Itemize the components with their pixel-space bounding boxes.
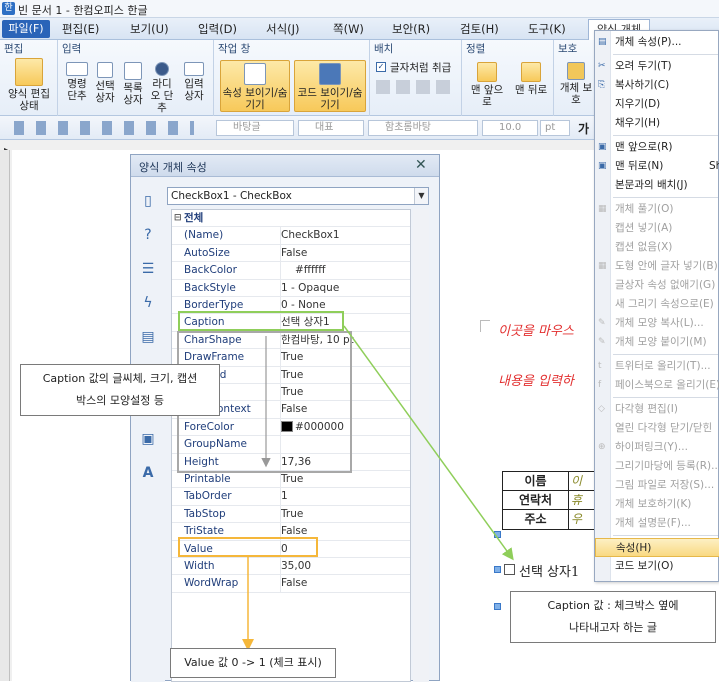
menu-item-label: 다각형 편집(I): [615, 403, 678, 415]
context-menu-item[interactable]: ▤ 개체 속성(P)...: [595, 33, 719, 52]
menu-item-icon: ✂: [598, 61, 606, 71]
menu-item-label: 개체 보호하기(K): [615, 498, 692, 510]
context-menu-item[interactable]: ▣ 맨 앞으로(R): [595, 138, 719, 157]
context-menu-item: ▦ 도형 안에 글자 넣기(B): [595, 257, 719, 276]
menu-item-icon: ▤: [598, 37, 607, 47]
menu-separator: [613, 197, 718, 198]
context-menu-item: 개체 보호하기(K): [595, 495, 719, 514]
menu-item-label: 개체 설명문(F)...: [615, 517, 691, 529]
context-menu-item: 캡션 넣기(A): [595, 219, 719, 238]
context-menu-item: ⊕ 하이퍼링크(Y)...: [595, 438, 719, 457]
context-menu-item[interactable]: 코드 보기(O): [595, 557, 719, 576]
menu-separator: [613, 397, 718, 398]
context-menu: ▤ 개체 속성(P)... ✂ 오려 두기(T) ⎘ 복사하기(C) 지우기(D) 채우기(H…: [594, 30, 719, 582]
menu-item-label: 복사하기(C): [615, 79, 670, 91]
context-menu-item: 캡션 없음(X): [595, 238, 719, 257]
context-menu-item[interactable]: 본문과의 배치(J): [595, 176, 719, 195]
menu-item-icon: ▣: [598, 142, 607, 152]
context-menu-item: 그림 파일로 저장(S)...: [595, 476, 719, 495]
caption-value-line1: Caption 값 : 체크박스 옆에: [547, 599, 679, 612]
caption-value-callout: Caption 값 : 체크박스 옆에 나타내고자 하는 글: [510, 591, 716, 643]
value-note-callout: Value 값 0 -> 1 (체크 표시): [170, 648, 336, 678]
context-menu-item: 그리기마당에 등록(R)...: [595, 457, 719, 476]
context-menu-item[interactable]: ✂ 오려 두기(T): [595, 57, 719, 76]
menu-item-label: 페이스북으로 올리기(E): [615, 379, 719, 391]
menu-item-label: 캡션 없음(X): [615, 241, 673, 253]
menu-item-icon: ⎘: [598, 80, 606, 90]
context-menu-item: f 페이스북으로 올리기(E): [595, 376, 719, 395]
menu-item-label: 그림 파일로 저장(S)...: [615, 479, 715, 491]
menu-item-label: 오려 두기(T): [615, 60, 672, 72]
menu-item-label: 그리기마당에 등록(R)...: [615, 460, 719, 472]
menu-item-label: 캡션 넣기(A): [615, 222, 673, 234]
menu-item-label: 개체 속성(P)...: [615, 36, 682, 48]
menu-item-icon: ✎: [598, 337, 606, 347]
menu-item-label: 지우기(D): [615, 98, 661, 110]
context-menu-item: 새 그리기 속성으로(E): [595, 295, 719, 314]
menu-item-label: 열린 다각형 닫기/닫힌: [615, 422, 713, 434]
menu-item-label: 개체 모양 붙이기(M): [615, 336, 707, 348]
context-menu-item[interactable]: ⎘ 복사하기(C): [595, 76, 719, 95]
menu-item-label: 하이퍼링크(Y)...: [615, 441, 688, 453]
menu-item-label: 맨 뒤로(N): [615, 160, 664, 172]
context-menu-item[interactable]: ▣ 맨 뒤로(N): [595, 157, 719, 176]
context-menu-item: 글상자 속성 없애기(G): [595, 276, 719, 295]
context-menu-item: t 트위터로 올리기(T)...: [595, 357, 719, 376]
menu-item-icon: ▣: [598, 161, 607, 171]
context-menu-item[interactable]: 지우기(D): [595, 95, 719, 114]
menu-separator: [613, 54, 718, 55]
menu-item-icon: t: [598, 361, 602, 371]
menu-separator: [613, 135, 718, 136]
context-menu-item: 열린 다각형 닫기/닫힌: [595, 419, 719, 438]
menu-item-label: 글상자 속성 없애기(G): [615, 279, 716, 291]
menu-item-label: 채우기(H): [615, 117, 661, 129]
menu-shortcut: Sh: [709, 160, 719, 172]
menu-item-label: 맨 앞으로(R): [615, 141, 673, 153]
menu-item-icon: ✎: [598, 318, 606, 328]
menu-item-icon: f: [598, 380, 602, 390]
menu-item-icon: ▦: [598, 204, 607, 214]
context-menu-item: 개체 설명문(F)...: [595, 514, 719, 533]
caption-style-line2: 박스의 모양설정 등: [76, 394, 164, 407]
menu-item-label: 본문과의 배치(J): [615, 179, 688, 191]
menu-item-icon: ◇: [598, 404, 605, 414]
context-menu-item: ✎ 개체 모양 복사(L)...: [595, 314, 719, 333]
menu-item-label: 개체 모양 복사(L)...: [615, 317, 704, 329]
menu-item-label: 도형 안에 글자 넣기(B): [615, 260, 718, 272]
menu-separator: [613, 535, 718, 536]
menu-item-label: 속성(H): [616, 542, 652, 554]
caption-style-callout: Caption 값의 글씨체, 크기, 캡션 박스의 모양설정 등: [20, 364, 220, 416]
context-menu-item: ▦ 개체 풀기(O): [595, 200, 719, 219]
menu-item-icon: ▦: [598, 261, 607, 271]
menu-item-label: 코드 보기(O): [615, 560, 674, 572]
context-menu-item[interactable]: 채우기(H): [595, 114, 719, 133]
caption-value-line2: 나타내고자 하는 글: [569, 621, 657, 634]
menu-item-label: 개체 풀기(O): [615, 203, 674, 215]
menu-item-label: 새 그리기 속성으로(E): [615, 298, 714, 310]
caption-arrow: [343, 325, 514, 561]
context-menu-item[interactable]: 속성(H): [595, 538, 719, 557]
menu-separator: [613, 354, 718, 355]
context-menu-item: ◇ 다각형 편집(I): [595, 400, 719, 419]
caption-style-line1: Caption 값의 글씨체, 크기, 캡션: [42, 372, 198, 385]
menu-item-label: 트위터로 올리기(T)...: [615, 360, 711, 372]
menu-item-icon: ⊕: [598, 442, 606, 452]
context-menu-item: ✎ 개체 모양 붙이기(M): [595, 333, 719, 352]
